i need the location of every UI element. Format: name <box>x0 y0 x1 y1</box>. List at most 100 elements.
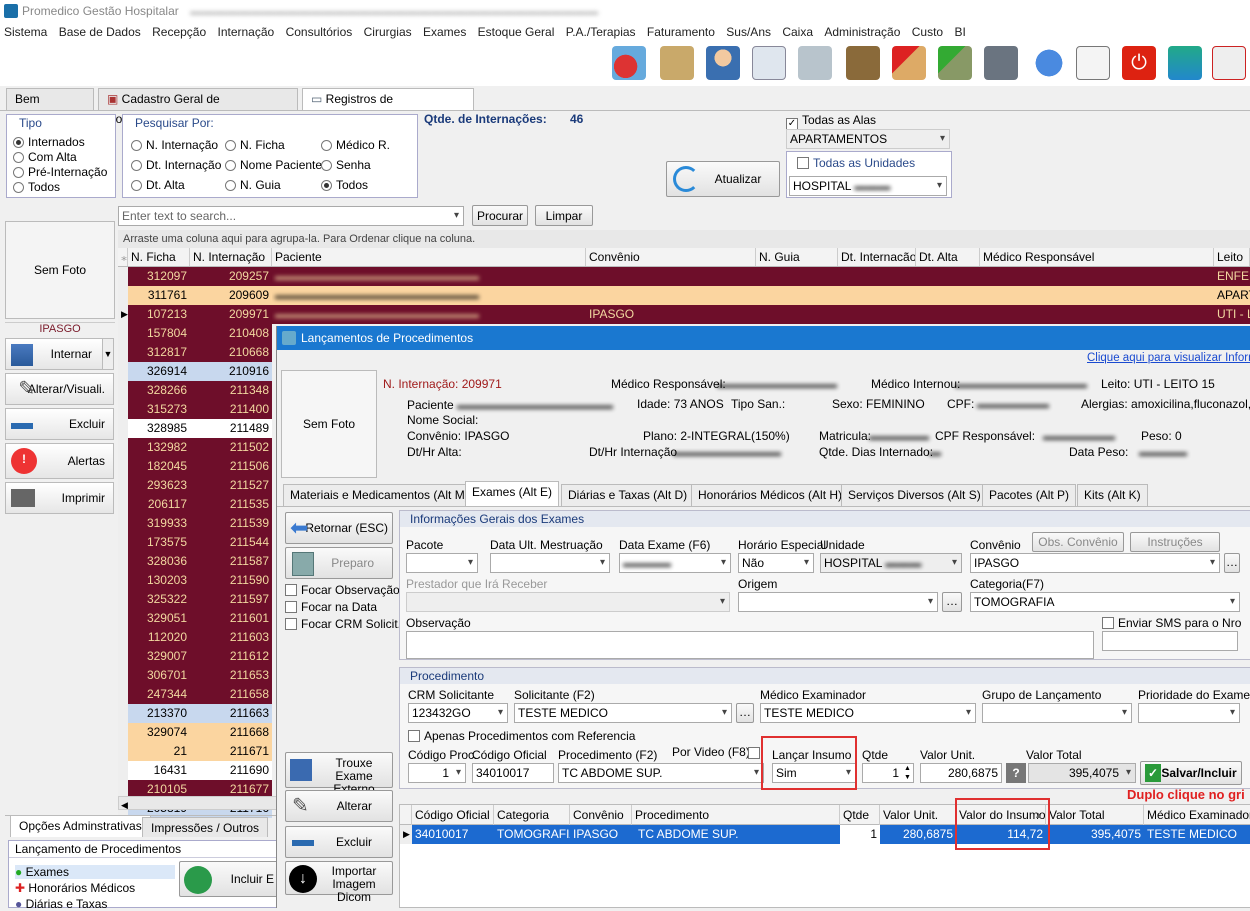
tab-servicos-diversos[interactable]: Serviços Diversos (Alt S) <box>841 484 988 506</box>
list-item-honorarios[interactable]: ✚ Honorários Médicos <box>15 881 135 895</box>
alterar-button[interactable]: ✎ Alterar <box>285 790 393 822</box>
radio-internados[interactable]: Internados <box>13 135 85 149</box>
col-medico-examinador[interactable]: Médico Examinador <box>1144 805 1250 825</box>
internar-button[interactable]: Internar <box>5 338 105 370</box>
radio-dt-internacao[interactable]: Dt. Internação <box>131 158 221 172</box>
focar-crm-check[interactable]: Focar CRM Solicit. <box>285 617 401 631</box>
ambulance-icon[interactable] <box>1212 46 1246 80</box>
excluir-button[interactable]: Excluir <box>5 408 114 440</box>
col-valor-total[interactable]: Valor Total <box>1046 805 1144 825</box>
col-procedimento[interactable]: Procedimento <box>632 805 840 825</box>
menu-exames[interactable]: Exames <box>419 22 470 42</box>
unidades-select[interactable]: HOSPITAL ▬▬▬ <box>789 176 947 196</box>
focar-data-check[interactable]: Focar na Data <box>285 600 377 614</box>
visualizar-info-link[interactable]: Clique aqui para visualizar Informa <box>1087 352 1250 364</box>
internet-money-icon[interactable] <box>1168 46 1202 80</box>
convenio-select[interactable]: IPASGO <box>970 553 1220 573</box>
radio-medico-r[interactable]: Médico R. <box>321 138 390 152</box>
preparo-button[interactable]: Preparo <box>285 547 393 579</box>
menu-internacao[interactable]: Internação <box>214 22 279 42</box>
por-video-check[interactable] <box>748 747 760 759</box>
scroll-left-icon[interactable]: ◀ <box>119 800 128 810</box>
search-input[interactable]: Enter text to search... <box>118 206 464 226</box>
focar-observacao-check[interactable]: Focar Observação <box>285 583 400 597</box>
procedimento-select[interactable]: TC ABDOME SUP. <box>558 763 764 783</box>
menu-sus-ans[interactable]: Sus/Ans <box>722 22 775 42</box>
medico-examinador-select[interactable]: TESTE MEDICO <box>760 703 976 723</box>
stock-in-icon[interactable] <box>892 46 926 80</box>
tab-bem-vindo[interactable]: Bem Vindo✕ <box>6 88 94 126</box>
pacote-select[interactable] <box>406 553 478 573</box>
solicitante-lookup-button[interactable]: … <box>736 703 754 723</box>
data-exame-select[interactable]: ▬▬▬▬ <box>619 553 731 573</box>
radio-nome-paciente[interactable]: Nome Paciente <box>225 158 322 172</box>
tab-pacotes[interactable]: Pacotes (Alt P) <box>982 484 1077 506</box>
procurar-button[interactable]: Procurar <box>472 205 528 226</box>
hospital-bed-icon[interactable] <box>798 46 832 80</box>
list-item-exames[interactable]: ● Exames <box>15 865 175 879</box>
prestador-select[interactable] <box>406 592 730 612</box>
obs-convenio-button[interactable]: Obs. Convênio <box>1032 532 1124 552</box>
alas-select[interactable]: APARTAMENTOS <box>786 129 950 149</box>
stock-out-icon[interactable] <box>938 46 972 80</box>
valor-unit-input[interactable]: 280,6875 <box>920 763 1002 783</box>
sms-number-input[interactable] <box>1102 631 1238 651</box>
doctor-icon[interactable] <box>706 46 740 80</box>
solicitante-select[interactable]: TESTE MEDICO <box>514 703 732 723</box>
stock-boxes-icon[interactable] <box>846 46 880 80</box>
col-medico-responsavel[interactable]: Médico Responsável <box>980 248 1214 266</box>
power-icon[interactable]: ⏻ <box>1122 46 1156 80</box>
retornar-button[interactable]: ⬅ Retornar (ESC) <box>285 512 393 544</box>
table-row[interactable]: ▶ 34010017 TOMOGRAFIA IPASGO TC ABDOME S… <box>400 825 1250 844</box>
col-codigo-oficial[interactable]: Código Oficial <box>412 805 494 825</box>
col-leito[interactable]: Leito <box>1214 248 1250 266</box>
col-valor-unit[interactable]: Valor Unit. <box>880 805 956 825</box>
horario-especial-select[interactable]: Não <box>738 553 814 573</box>
convenio-lookup-button[interactable]: … <box>1224 553 1240 573</box>
prescription-icon[interactable] <box>752 46 786 80</box>
tab-honorarios-medicos[interactable]: Honorários Médicos (Alt H) <box>691 484 850 506</box>
radio-todos-pesquisa[interactable]: Todos <box>321 178 368 192</box>
menu-recepcao[interactable]: Recepção <box>148 22 210 42</box>
tab-impressoes-outros[interactable]: Impressões / Outros <box>142 817 269 837</box>
tab-registros-internacao[interactable]: ▭ Registros de Internação✕ <box>302 88 474 126</box>
radio-senha[interactable]: Senha <box>321 158 371 172</box>
tab-diarias-taxas[interactable]: Diárias e Taxas (Alt D) <box>561 484 695 506</box>
table-row[interactable]: ▶ 107213 209971 ▬▬▬▬▬▬▬▬▬▬▬▬▬▬▬▬▬ IPASGO UTI … <box>118 305 1250 324</box>
qtde-spin-icon[interactable]: ▲ ▼ <box>904 764 911 782</box>
codigo-oficial-input[interactable]: 34010017 <box>472 763 554 783</box>
col-n-guia[interactable]: N. Guia <box>756 248 838 266</box>
contacts-icon[interactable] <box>660 46 694 80</box>
radio-n-internacao[interactable]: N. Internação <box>131 138 218 152</box>
menu-base-dados[interactable]: Base de Dados <box>55 22 145 42</box>
alertas-button[interactable]: ! Alertas <box>5 443 114 479</box>
todas-alas-check[interactable]: ✓ Todas as Alas <box>786 113 876 130</box>
todas-unidades-check[interactable]: Todas as Unidades <box>797 156 915 170</box>
table-row[interactable]: 312097209257▬▬▬▬▬▬▬▬▬▬▬▬▬▬▬▬▬ENFER <box>118 267 1250 286</box>
radio-n-ficha[interactable]: N. Ficha <box>225 138 285 152</box>
codigo-proc-input[interactable]: 1 <box>408 763 466 783</box>
col-convenio[interactable]: Convênio <box>570 805 632 825</box>
tab-cadastro-convenios[interactable]: ▣ Cadastro Geral de Convênios✕ <box>98 88 298 126</box>
grid-scrollbar[interactable]: ◀ <box>118 796 278 810</box>
valor-total-input[interactable]: 395,4075 <box>1028 763 1136 783</box>
data-ult-select[interactable] <box>490 553 610 573</box>
col-convenio[interactable]: Convênio <box>586 248 756 266</box>
tab-materiais-medicamentos[interactable]: Materiais e Medicamentos (Alt M) <box>283 484 476 506</box>
importar-dicom-button[interactable]: ↓ Importar Imagem Dicom <box>285 861 393 904</box>
menu-faturamento[interactable]: Faturamento <box>643 22 719 42</box>
origem-lookup-button[interactable]: … <box>942 592 962 612</box>
menu-cirurgias[interactable]: Cirurgias <box>360 22 416 42</box>
table-row[interactable]: 311761209609▬▬▬▬▬▬▬▬▬▬▬▬▬▬▬▬▬APART <box>118 286 1250 305</box>
radio-todos[interactable]: Todos <box>13 180 60 194</box>
grupo-lancamento-select[interactable] <box>982 703 1132 723</box>
calendar-icon[interactable] <box>1076 46 1110 80</box>
apenas-referencia-check[interactable]: Apenas Procedimentos com Referencia <box>408 729 635 743</box>
menu-pa-terapias[interactable]: P.A./Terapias <box>562 22 640 42</box>
instrucoes-button[interactable]: Instruções <box>1130 532 1220 552</box>
limpar-button[interactable]: Limpar <box>535 205 593 226</box>
menu-estoque[interactable]: Estoque Geral <box>474 22 559 42</box>
tab-opcoes-administrativas[interactable]: Opções Adminstrativas <box>10 815 151 837</box>
col-qtde[interactable]: Qtde <box>840 805 880 825</box>
radio-com-alta[interactable]: Com Alta <box>13 150 77 164</box>
